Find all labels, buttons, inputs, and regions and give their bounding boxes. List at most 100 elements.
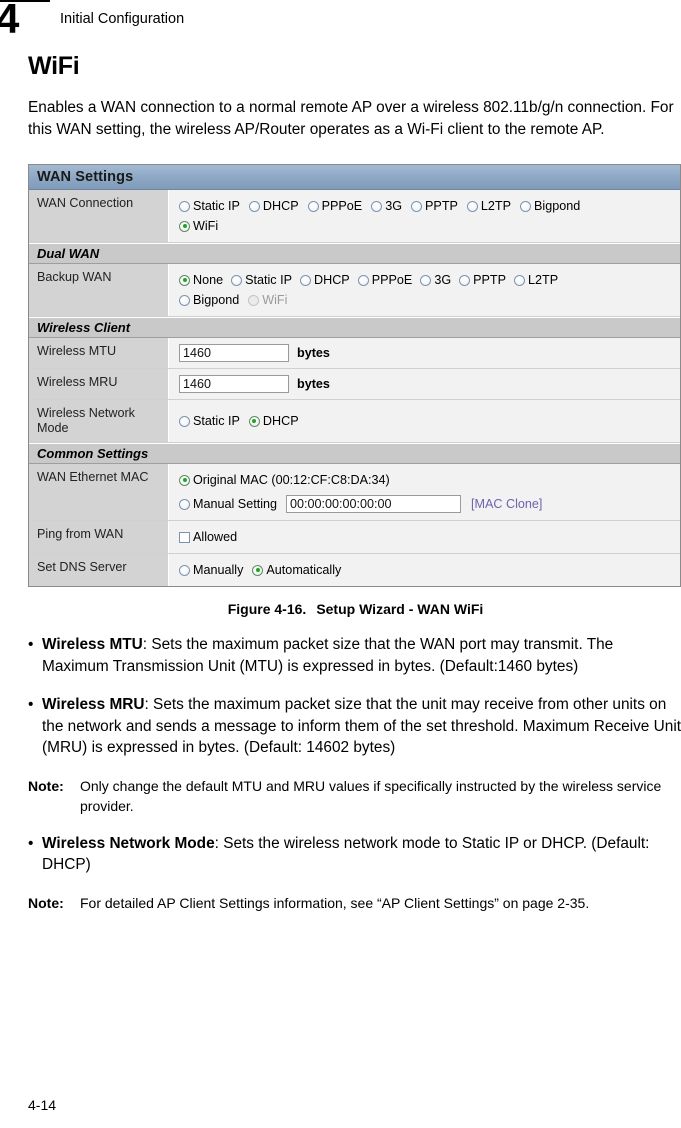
radio-option-network-mode-static-ip[interactable]: Static IP <box>179 411 240 431</box>
radio-icon <box>307 200 319 212</box>
row-set-dns-server: Set DNS Server Manually Automatically <box>29 554 680 586</box>
intro-paragraph: Enables a WAN connection to a normal rem… <box>28 99 674 138</box>
wireless-mru-input[interactable] <box>179 375 289 393</box>
wan-connection-options-line-1: Static IP DHCP PPPoE 3G PPTP L2TP Bigpon… <box>179 196 674 216</box>
radio-option-backup-wifi-disabled: WiFi <box>248 290 287 310</box>
radio-label: 3G <box>385 199 403 213</box>
bullet-dot-icon: • <box>28 834 34 852</box>
radio-option-wan-pppoe[interactable]: PPPoE <box>307 196 362 216</box>
checkbox-label: Allowed <box>193 530 238 544</box>
radio-icon <box>371 200 383 212</box>
radio-option-wan-3g[interactable]: 3G <box>371 196 402 216</box>
group-title-wireless-client: Wireless Client <box>29 317 680 338</box>
radio-option-wan-pptp[interactable]: PPTP <box>411 196 458 216</box>
row-value-ping-from-wan: Allowed <box>169 521 680 553</box>
radio-label: L2TP <box>528 273 559 287</box>
bullet-dot-icon: • <box>28 696 34 713</box>
bullet-term: Wireless MTU <box>42 636 143 653</box>
row-label-set-dns-server: Set DNS Server <box>29 554 169 586</box>
radio-option-original-mac[interactable]: Original MAC (00:12:CF:C8:DA:34) <box>179 470 390 490</box>
backup-wan-options-line-2: Bigpond WiFi <box>179 290 674 310</box>
bullet-term: Wireless MRU <box>42 696 145 713</box>
radio-option-wan-bigpond[interactable]: Bigpond <box>520 196 580 216</box>
radio-icon <box>520 200 532 212</box>
radio-option-manual-mac[interactable]: Manual Setting <box>179 494 277 514</box>
radio-option-wan-wifi[interactable]: WiFi <box>179 216 218 236</box>
radio-option-backup-l2tp[interactable]: L2TP <box>514 270 558 290</box>
bullet-body: Wireless MRU: Sets the maximum packet si… <box>42 694 681 759</box>
radio-option-dns-automatically[interactable]: Automatically <box>252 560 341 580</box>
wireless-mtu-unit: bytes <box>297 345 330 360</box>
radio-option-wan-static-ip[interactable]: Static IP <box>179 196 240 216</box>
chapter-number: 4 <box>0 0 19 42</box>
row-value-wan-ethernet-mac: Original MAC (00:12:CF:C8:DA:34) Manual … <box>169 464 680 520</box>
radio-label: PPTP <box>473 273 507 287</box>
wan-settings-panel: WAN Settings WAN Connection Static IP DH… <box>28 164 681 587</box>
radio-icon <box>357 274 369 286</box>
radio-icon <box>179 200 190 212</box>
radio-icon <box>179 498 190 510</box>
checkbox-option-ping-allowed[interactable]: Allowed <box>179 527 237 547</box>
wan-connection-options-line-2: WiFi <box>179 216 674 236</box>
bullet-dot-icon: • <box>28 636 34 653</box>
radio-label: None <box>193 273 224 287</box>
radio-label: Automatically <box>266 563 342 577</box>
manual-mac-input[interactable] <box>286 495 462 513</box>
radio-icon-disabled <box>248 294 260 306</box>
row-ping-from-wan: Ping from WAN Allowed <box>29 521 680 554</box>
radio-label: Manually <box>193 563 244 577</box>
radio-option-dns-manually[interactable]: Manually <box>179 560 243 580</box>
radio-label: DHCP <box>262 414 299 428</box>
radio-icon-selected <box>248 415 260 427</box>
radio-option-backup-pptp[interactable]: PPTP <box>459 270 506 290</box>
radio-option-backup-bigpond[interactable]: Bigpond <box>179 290 239 310</box>
radio-icon <box>179 415 190 427</box>
group-title-dual-wan: Dual WAN <box>29 243 680 264</box>
note-label: Note: <box>28 777 64 794</box>
running-header-title: Initial Configuration <box>60 11 185 27</box>
radio-icon-selected <box>179 220 190 232</box>
radio-label: Bigpond <box>534 199 581 213</box>
bullet-body: Wireless MTU: Sets the maximum packet si… <box>42 634 681 677</box>
radio-label: L2TP <box>480 199 512 213</box>
radio-option-network-mode-dhcp[interactable]: DHCP <box>248 411 299 431</box>
panel-title: WAN Settings <box>29 165 680 190</box>
row-wireless-network-mode: Wireless Network Mode Static IP DHCP <box>29 400 680 443</box>
row-label-wan-ethernet-mac: WAN Ethernet MAC <box>29 464 169 520</box>
row-value-set-dns-server: Manually Automatically <box>169 554 680 586</box>
row-label-wan-connection: WAN Connection <box>29 190 169 242</box>
page-title: WiFi <box>28 52 80 80</box>
radio-label: Bigpond <box>193 293 240 307</box>
radio-icon <box>420 274 432 286</box>
bullet-wireless-network-mode: • Wireless Network Mode: Sets the wirele… <box>28 833 681 876</box>
page-number: 4-14 <box>28 1097 57 1113</box>
row-wireless-mru: Wireless MRU bytes <box>29 369 680 400</box>
row-value-backup-wan: None Static IP DHCP PPPoE 3G PPTP L2TP B… <box>169 264 680 316</box>
radio-option-backup-3g[interactable]: 3G <box>420 270 451 290</box>
radio-icon <box>248 200 260 212</box>
row-label-ping-from-wan: Ping from WAN <box>29 521 169 553</box>
row-wireless-mtu: Wireless MTU bytes <box>29 338 680 369</box>
mac-clone-link[interactable]: [MAC Clone] <box>471 496 542 513</box>
figure-caption-text: Setup Wizard - WAN WiFi <box>316 601 484 617</box>
radio-option-backup-none[interactable]: None <box>179 270 223 290</box>
radio-option-wan-dhcp[interactable]: DHCP <box>248 196 299 216</box>
radio-label: Static IP <box>193 414 240 428</box>
row-backup-wan: Backup WAN None Static IP DHCP PPPoE 3G … <box>29 264 680 317</box>
radio-option-backup-dhcp[interactable]: DHCP <box>300 270 350 290</box>
mac-option-line-1: Original MAC (00:12:CF:C8:DA:34) <box>179 470 674 490</box>
radio-label: 3G <box>434 273 452 287</box>
radio-option-wan-l2tp[interactable]: L2TP <box>466 196 512 216</box>
wireless-mtu-input[interactable] <box>179 344 289 362</box>
radio-label: Manual Setting <box>193 497 278 511</box>
radio-option-backup-pppoe[interactable]: PPPoE <box>357 270 412 290</box>
radio-option-backup-static-ip[interactable]: Static IP <box>231 270 292 290</box>
radio-icon <box>300 274 312 286</box>
radio-icon-selected <box>252 564 264 576</box>
group-title-common-settings: Common Settings <box>29 443 680 464</box>
row-value-wireless-mtu: bytes <box>169 338 680 368</box>
radio-icon <box>179 294 190 306</box>
radio-label: DHCP <box>262 199 299 213</box>
bullet-term: Wireless Network Mode <box>42 834 215 852</box>
row-label-wireless-mru: Wireless MRU <box>29 369 169 399</box>
